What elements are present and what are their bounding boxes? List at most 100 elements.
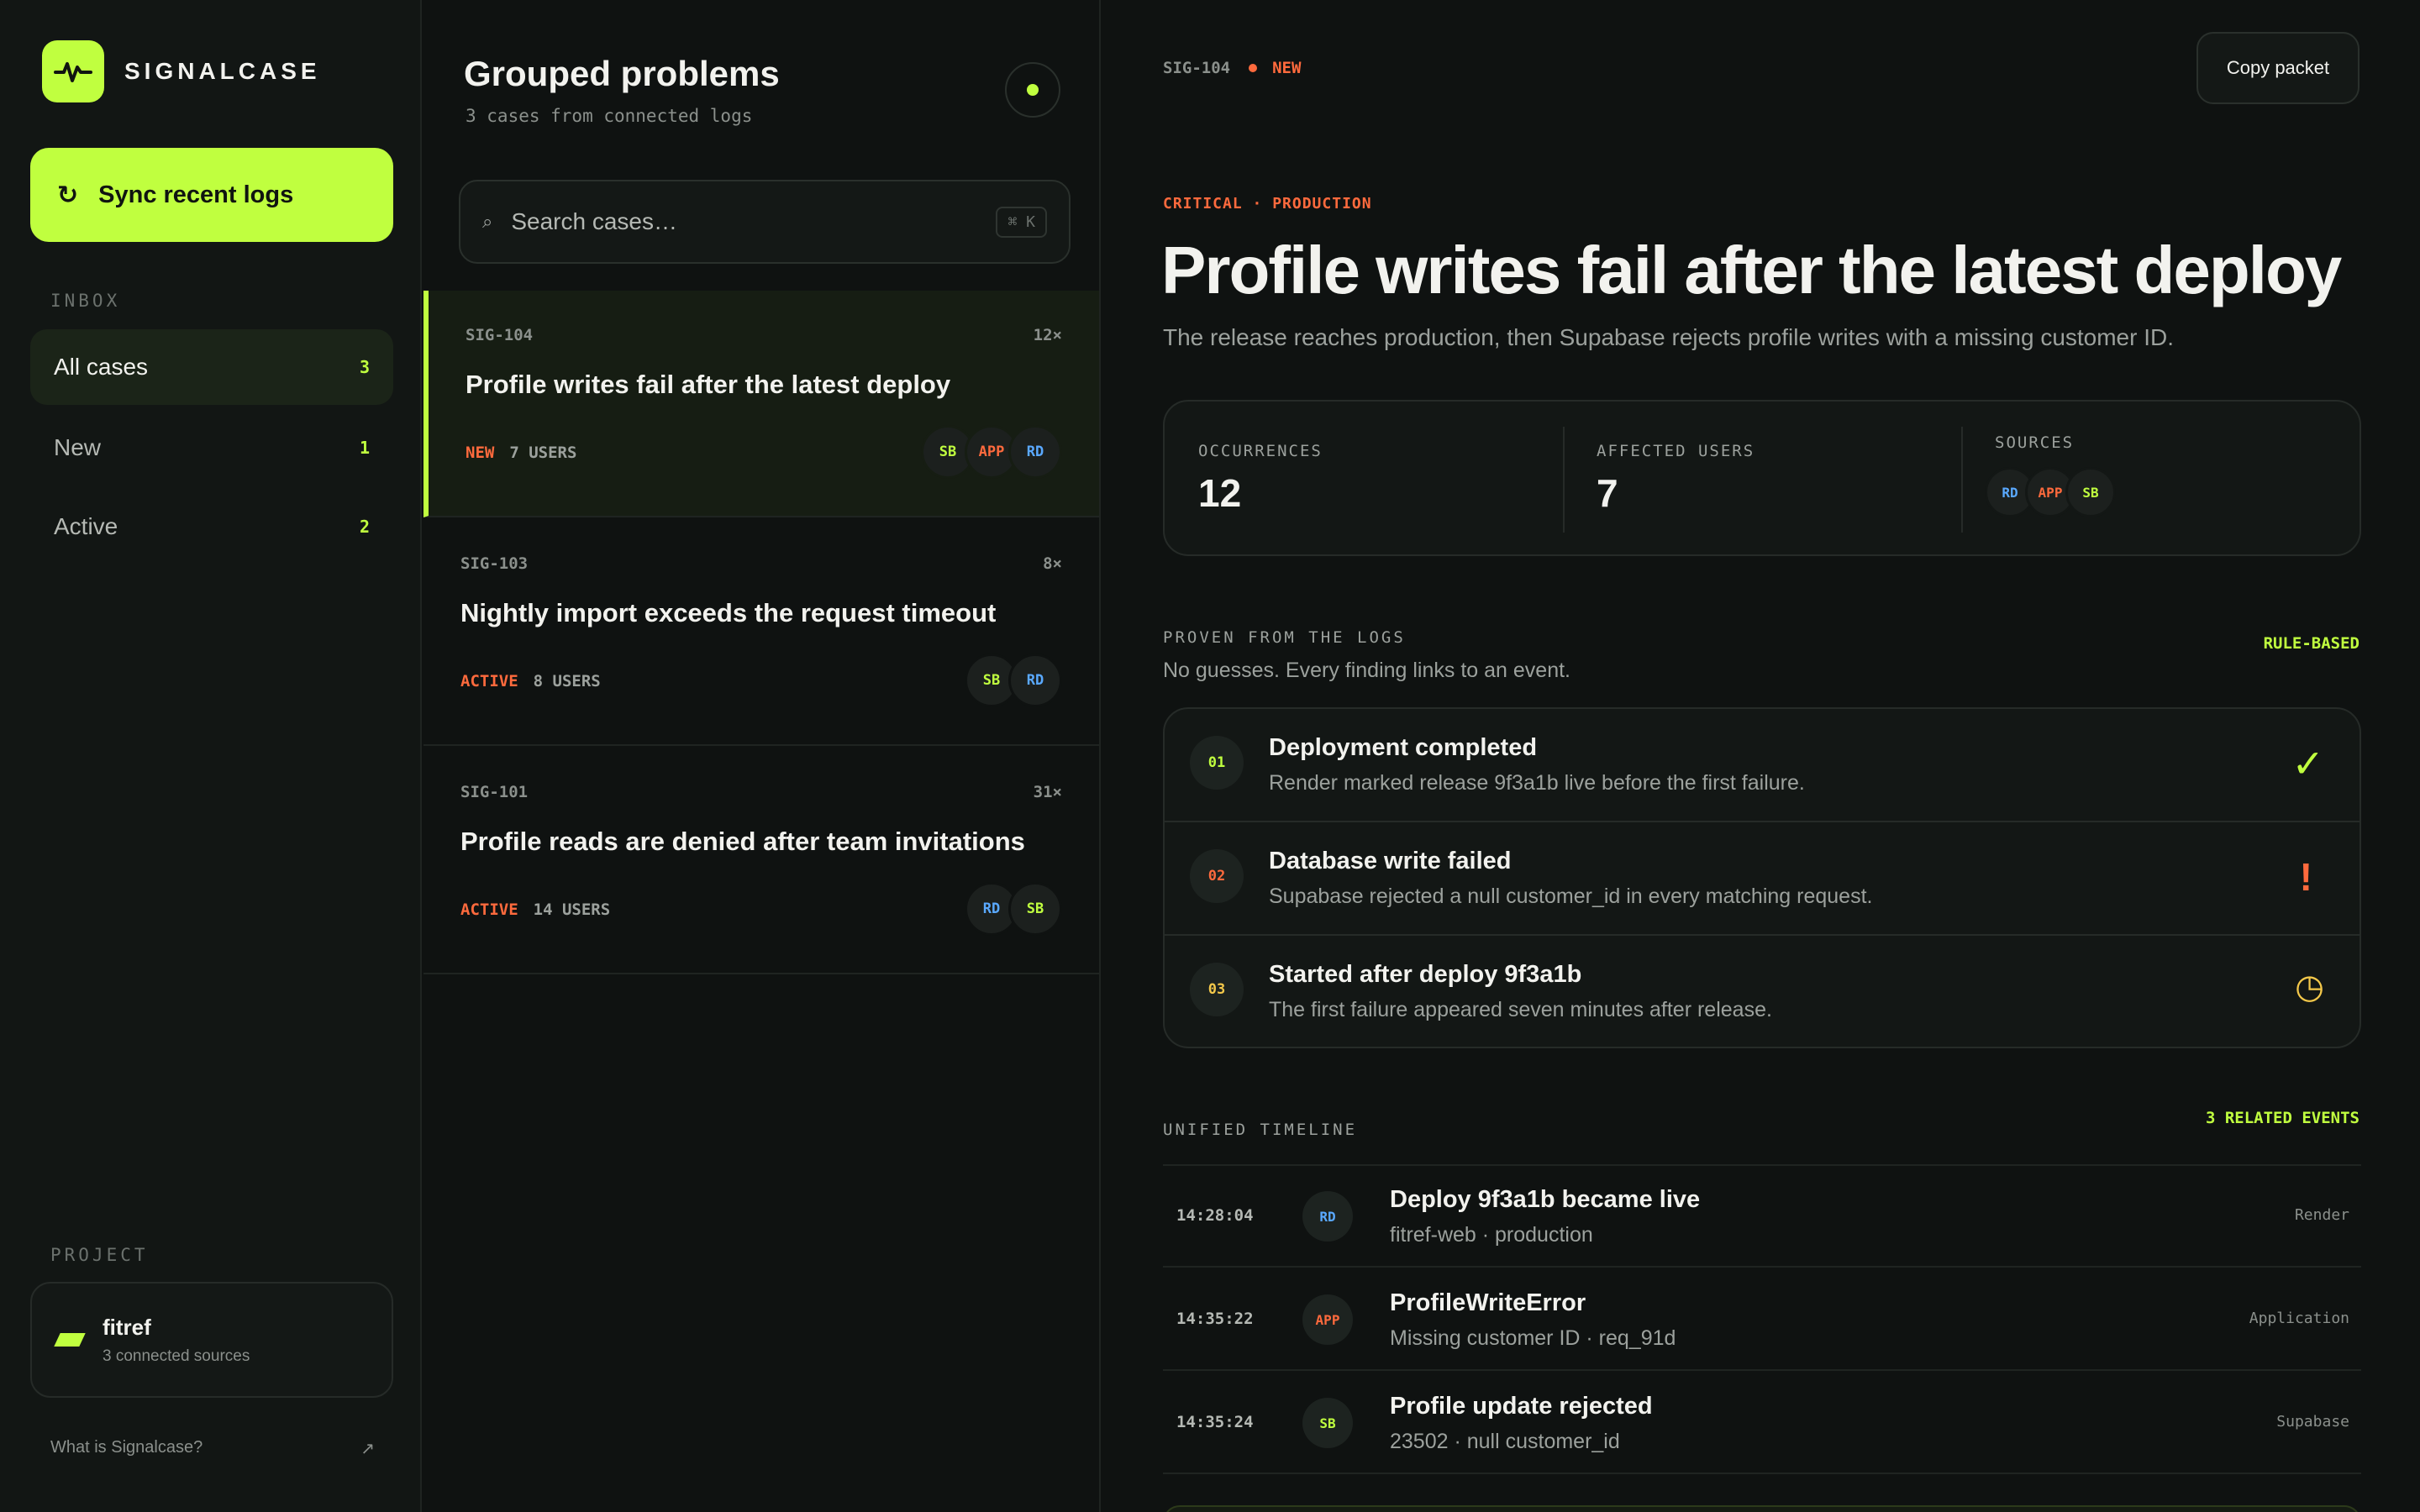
stats-card: OCCURRENCES 12 AFFECTED USERS 7 SOURCES … xyxy=(1163,400,2361,556)
project-name: fitref xyxy=(103,1314,151,1340)
nav-label: New xyxy=(54,434,102,460)
case-occurrence-count: 12× xyxy=(1033,326,1062,344)
status-dot-icon xyxy=(1027,84,1039,96)
case-row[interactable]: SIG-104 12× Profile writes fail after th… xyxy=(424,291,1099,517)
event-time: 14:35:24 xyxy=(1176,1413,1254,1431)
case-title: Profile writes fail after the latest dep… xyxy=(466,370,951,399)
event-source: Supabase xyxy=(2276,1413,2349,1431)
detail-header: SIG-104 NEW xyxy=(1163,59,1301,77)
search-input[interactable] xyxy=(511,208,997,235)
source-avatars: SB RD xyxy=(965,654,1062,707)
event-title: Profile update rejected xyxy=(1390,1393,1653,1420)
source-avatars: SB APP RD xyxy=(921,425,1062,479)
proven-heading: PROVEN FROM THE LOGS xyxy=(1163,628,1406,647)
nav-item-active[interactable]: Active 2 xyxy=(30,489,393,564)
event-source: Application xyxy=(2249,1310,2349,1327)
user-count: 8 USERS xyxy=(533,672,601,690)
source-avatars: RD SB xyxy=(965,882,1062,936)
case-row[interactable]: SIG-101 31× Profile reads are denied aft… xyxy=(424,748,1099,974)
finding-item[interactable]: 02 Database write failed Supabase reject… xyxy=(1165,822,2360,936)
event-subtitle: 23502 · null customer_id xyxy=(1390,1430,1620,1453)
detail-description: The release reaches production, then Sup… xyxy=(1163,324,2175,350)
source-avatar: SB xyxy=(1008,882,1062,936)
finding-item[interactable]: 01 Deployment completed Render marked re… xyxy=(1165,709,2360,822)
finding-description: The first failure appeared seven minutes… xyxy=(1269,998,1772,1021)
status-badge: NEW xyxy=(466,444,495,462)
event-subtitle: Missing customer ID · req_91d xyxy=(1390,1326,1676,1350)
next-card-peek xyxy=(1163,1505,2361,1512)
case-list-panel: Grouped problems 3 cases from connected … xyxy=(424,0,1101,1512)
source-avatar: RD xyxy=(1302,1191,1353,1242)
sidebar: SIGNALCASE ↻ Sync recent logs INBOX All … xyxy=(0,0,422,1512)
user-count: 14 USERS xyxy=(533,900,611,919)
case-title: Nightly import exceeds the request timeo… xyxy=(460,598,997,627)
case-occurrence-count: 31× xyxy=(1033,783,1062,801)
source-avatar[interactable]: SB xyxy=(2065,467,2116,517)
project-heading: PROJECT xyxy=(50,1245,149,1265)
finding-title: Database write failed xyxy=(1269,848,1512,874)
project-card[interactable]: fitref 3 connected sources xyxy=(30,1282,393,1398)
refresh-icon: ↻ xyxy=(57,181,79,209)
status-badge: ACTIVE xyxy=(460,672,518,690)
sync-recent-logs-button[interactable]: ↻ Sync recent logs xyxy=(30,148,393,242)
timeline-list: 14:28:04 RD Deploy 9f3a1b became live fi… xyxy=(1163,1164,2361,1474)
nav-count: 3 xyxy=(359,357,370,377)
brand[interactable]: SIGNALCASE xyxy=(42,40,321,102)
nav-label: All cases xyxy=(54,354,149,380)
rule-based-badge: RULE-BASED xyxy=(2263,634,2360,653)
timeline-event[interactable]: 14:28:04 RD Deploy 9f3a1b became live fi… xyxy=(1163,1164,2361,1268)
stat-occurrences: OCCURRENCES 12 xyxy=(1165,402,1563,554)
alert-icon: ! xyxy=(2299,855,2312,899)
list-subtitle: 3 cases from connected logs xyxy=(466,106,753,126)
nav-label: Active xyxy=(54,513,118,539)
stat-label: SOURCES xyxy=(1995,433,2075,452)
finding-number: 03 xyxy=(1190,963,1244,1016)
pulse-logo-icon xyxy=(42,40,104,102)
status-dot-icon xyxy=(1249,64,1258,72)
stat-affected-users: AFFECTED USERS 7 xyxy=(1563,402,1961,554)
project-sources: 3 connected sources xyxy=(103,1347,250,1365)
case-row[interactable]: SIG-103 8× Nightly import exceeds the re… xyxy=(424,519,1099,746)
brand-name: SIGNALCASE xyxy=(124,58,321,84)
source-avatars: RD APP SB xyxy=(1985,467,2116,517)
severity-eyebrow: CRITICAL · PRODUCTION xyxy=(1163,195,1372,213)
check-icon: ✓ xyxy=(2291,742,2324,785)
event-title: ProfileWriteError xyxy=(1390,1289,1586,1316)
case-id: SIG-101 xyxy=(460,783,529,801)
timeline-event[interactable]: 14:35:24 SB Profile update rejected 2350… xyxy=(1163,1371,2361,1474)
stat-value: 7 xyxy=(1597,471,1618,515)
search-box: ⌕ ⌘ K xyxy=(459,180,1071,264)
event-source: Render xyxy=(2294,1206,2349,1224)
inbox-heading: INBOX xyxy=(50,291,121,311)
case-meta: ACTIVE 8 USERS xyxy=(460,672,601,690)
stat-value: 12 xyxy=(1198,471,1242,515)
finding-description: Render marked release 9f3a1b live before… xyxy=(1269,771,1805,795)
case-id: SIG-104 xyxy=(466,326,534,344)
stat-sources: SOURCES RD APP SB xyxy=(1961,402,2360,554)
event-time: 14:28:04 xyxy=(1176,1206,1254,1225)
timeline-event[interactable]: 14:35:22 APP ProfileWriteError Missing c… xyxy=(1163,1268,2361,1371)
source-avatar: RD xyxy=(1008,654,1062,707)
list-title: Grouped problems xyxy=(464,54,780,93)
copy-packet-button[interactable]: Copy packet xyxy=(2196,32,2360,104)
finding-description: Supabase rejected a null customer_id in … xyxy=(1269,885,1873,908)
help-link-label: What is Signalcase? xyxy=(50,1438,203,1457)
source-avatar: APP xyxy=(1302,1294,1353,1345)
external-arrow-icon: ↗ xyxy=(360,1440,375,1458)
finding-number: 01 xyxy=(1190,736,1244,790)
status-badge: ACTIVE xyxy=(460,900,518,919)
detail-case-id: SIG-104 xyxy=(1163,59,1231,77)
what-is-signalcase-link[interactable]: What is Signalcase? ↗ xyxy=(50,1438,375,1459)
search-icon: ⌕ xyxy=(482,211,493,232)
finding-number: 02 xyxy=(1190,849,1244,903)
event-title: Deploy 9f3a1b became live xyxy=(1390,1186,1701,1213)
case-meta: ACTIVE 14 USERS xyxy=(460,900,610,919)
detail-status: NEW xyxy=(1272,59,1302,77)
finding-item[interactable]: 03 Started after deploy 9f3a1b The first… xyxy=(1165,936,2360,1047)
nav-item-new[interactable]: New 1 xyxy=(30,410,393,486)
live-status-indicator[interactable] xyxy=(1005,62,1060,118)
case-occurrence-count: 8× xyxy=(1043,554,1062,573)
finding-title: Deployment completed xyxy=(1269,734,1538,761)
nav-item-all-cases[interactable]: All cases 3 xyxy=(30,329,393,405)
detail-title: Profile writes fail after the latest dep… xyxy=(1161,233,2342,307)
